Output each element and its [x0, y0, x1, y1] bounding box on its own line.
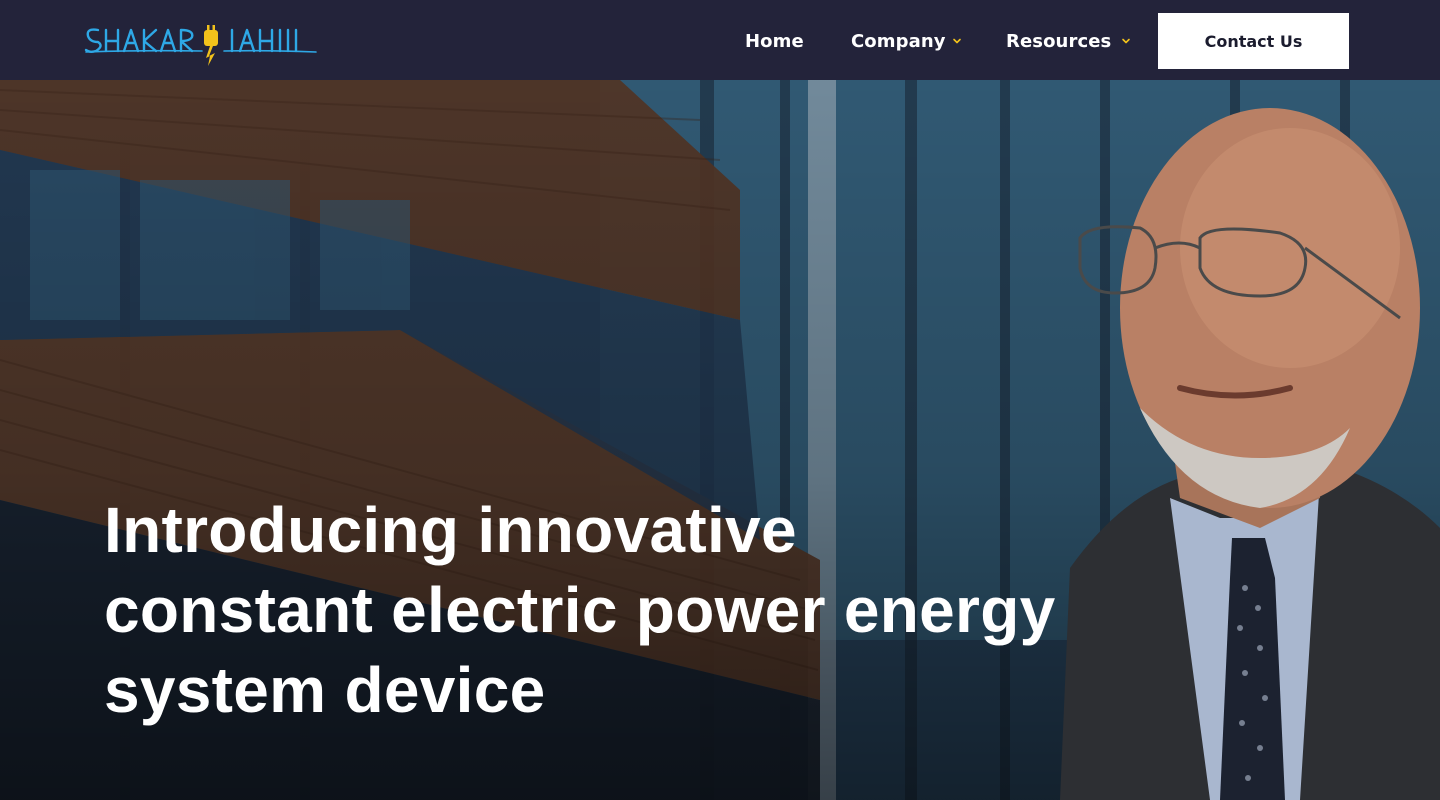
hero-headline-line-1: Introducing innovative	[104, 494, 797, 566]
portrait-image	[1060, 98, 1440, 800]
nav-company-label: Company	[851, 30, 946, 52]
hero-section: Introducing innovative constant electric…	[0, 80, 1440, 800]
nav-resources[interactable]: Resources	[1006, 29, 1131, 53]
contact-us-button[interactable]: Contact Us	[1158, 13, 1349, 69]
chevron-down-icon	[1121, 36, 1131, 46]
hero-headline-line-2: constant electric power energy	[104, 574, 1056, 646]
nav-home[interactable]: Home	[745, 29, 804, 53]
nav-resources-label: Resources	[1006, 30, 1112, 52]
nav-home-label: Home	[745, 30, 804, 52]
brand-logo[interactable]	[84, 20, 324, 68]
site-header: Home Company Resources Contact Us	[0, 0, 1440, 80]
nav-company[interactable]: Company	[851, 29, 962, 53]
chevron-down-icon	[952, 36, 962, 46]
hero-headline: Introducing innovative constant electric…	[104, 490, 1064, 730]
hero-headline-line-3: system device	[104, 654, 546, 726]
logo-wordmark-icon	[84, 25, 317, 66]
